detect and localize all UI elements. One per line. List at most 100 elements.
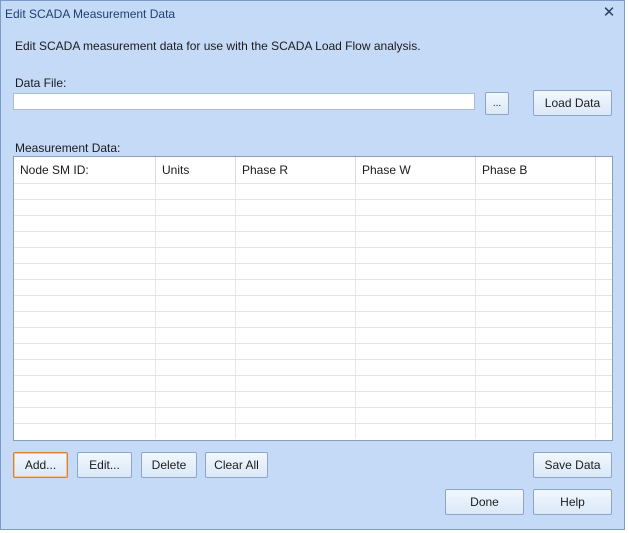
- grid-cell: [356, 408, 476, 423]
- grid-cell: [236, 184, 356, 199]
- grid-cell: [476, 216, 596, 231]
- empty-grid-row: [14, 231, 612, 247]
- done-button[interactable]: Done: [445, 489, 524, 515]
- grid-cell: [596, 424, 612, 439]
- data-file-input[interactable]: [13, 93, 475, 110]
- grid-cell: [596, 328, 612, 343]
- save-data-button[interactable]: Save Data: [533, 452, 612, 478]
- browse-button[interactable]: ...: [485, 92, 509, 115]
- grid-cell: [596, 392, 612, 407]
- grid-cell: [476, 280, 596, 295]
- column-header-phase-b[interactable]: Phase B: [476, 157, 596, 183]
- grid-cell: [596, 264, 612, 279]
- grid-cell: [156, 328, 236, 343]
- grid-cell: [156, 344, 236, 359]
- grid-cell: [476, 248, 596, 263]
- grid-cell: [476, 296, 596, 311]
- grid-cell: [356, 312, 476, 327]
- dialog-description: Edit SCADA measurement data for use with…: [15, 39, 421, 53]
- grid-cell: [236, 296, 356, 311]
- grid-cell: [156, 424, 236, 439]
- grid-cell: [236, 232, 356, 247]
- grid-cell: [476, 264, 596, 279]
- grid-cell: [356, 344, 476, 359]
- grid-cell: [14, 248, 156, 263]
- grid-cell: [356, 200, 476, 215]
- help-button[interactable]: Help: [533, 489, 612, 515]
- grid-cell: [356, 360, 476, 375]
- grid-cell: [356, 248, 476, 263]
- grid-cell: [356, 296, 476, 311]
- grid-cell: [156, 200, 236, 215]
- grid-cell: [14, 392, 156, 407]
- grid-cell: [356, 184, 476, 199]
- close-icon[interactable]: ✕: [600, 4, 618, 22]
- delete-button[interactable]: Delete: [141, 452, 197, 478]
- title-bar: Edit SCADA Measurement Data ✕: [1, 1, 624, 27]
- grid-cell: [356, 280, 476, 295]
- grid-cell: [14, 296, 156, 311]
- grid-cell: [596, 280, 612, 295]
- grid-cell: [156, 296, 236, 311]
- grid-cell: [356, 392, 476, 407]
- grid-cell: [596, 344, 612, 359]
- empty-grid-row: [14, 215, 612, 231]
- column-header-units[interactable]: Units: [156, 157, 236, 183]
- grid-cell: [156, 184, 236, 199]
- grid-cell: [476, 312, 596, 327]
- column-header-node-sm-id[interactable]: Node SM ID:: [14, 157, 156, 183]
- grid-cell: [236, 248, 356, 263]
- grid-cell: [14, 360, 156, 375]
- empty-grid-row: [14, 247, 612, 263]
- window-title: Edit SCADA Measurement Data: [5, 7, 176, 21]
- grid-cell: [476, 360, 596, 375]
- grid-cell: [236, 376, 356, 391]
- grid-body: [14, 183, 612, 440]
- grid-cell: [14, 264, 156, 279]
- grid-cell: [356, 376, 476, 391]
- empty-grid-row: [14, 375, 612, 391]
- grid-cell: [236, 264, 356, 279]
- grid-cell: [14, 328, 156, 343]
- empty-grid-row: [14, 311, 612, 327]
- grid-cell: [14, 408, 156, 423]
- grid-cell: [14, 424, 156, 439]
- grid-cell: [356, 216, 476, 231]
- grid-cell: [476, 232, 596, 247]
- data-file-label: Data File:: [15, 76, 67, 90]
- grid-cell: [14, 376, 156, 391]
- grid-cell: [14, 200, 156, 215]
- load-data-button[interactable]: Load Data: [533, 90, 612, 116]
- empty-grid-row: [14, 263, 612, 279]
- grid-cell: [156, 264, 236, 279]
- grid-cell: [476, 184, 596, 199]
- grid-cell: [156, 376, 236, 391]
- grid-cell: [356, 264, 476, 279]
- column-header-phase-w[interactable]: Phase W: [356, 157, 476, 183]
- grid-cell: [476, 376, 596, 391]
- edit-button[interactable]: Edit...: [77, 452, 132, 478]
- column-header-phase-r[interactable]: Phase R: [236, 157, 356, 183]
- empty-grid-row: [14, 343, 612, 359]
- grid-cell: [476, 392, 596, 407]
- grid-cell: [156, 360, 236, 375]
- grid-cell: [476, 408, 596, 423]
- measurement-data-grid[interactable]: Node SM ID: Units Phase R Phase W Phase …: [13, 156, 613, 441]
- grid-header: Node SM ID: Units Phase R Phase W Phase …: [14, 157, 612, 183]
- empty-grid-row: [14, 183, 612, 199]
- grid-cell: [236, 328, 356, 343]
- empty-grid-row: [14, 295, 612, 311]
- grid-cell: [236, 360, 356, 375]
- grid-cell: [236, 408, 356, 423]
- grid-cell: [156, 280, 236, 295]
- clear-all-button[interactable]: Clear All: [205, 452, 268, 478]
- empty-grid-row: [14, 391, 612, 407]
- grid-cell: [14, 312, 156, 327]
- grid-cell: [596, 216, 612, 231]
- grid-cell: [14, 280, 156, 295]
- grid-cell: [596, 232, 612, 247]
- grid-cell: [14, 344, 156, 359]
- empty-grid-row: [14, 407, 612, 423]
- add-button[interactable]: Add...: [13, 452, 68, 478]
- grid-cell: [156, 216, 236, 231]
